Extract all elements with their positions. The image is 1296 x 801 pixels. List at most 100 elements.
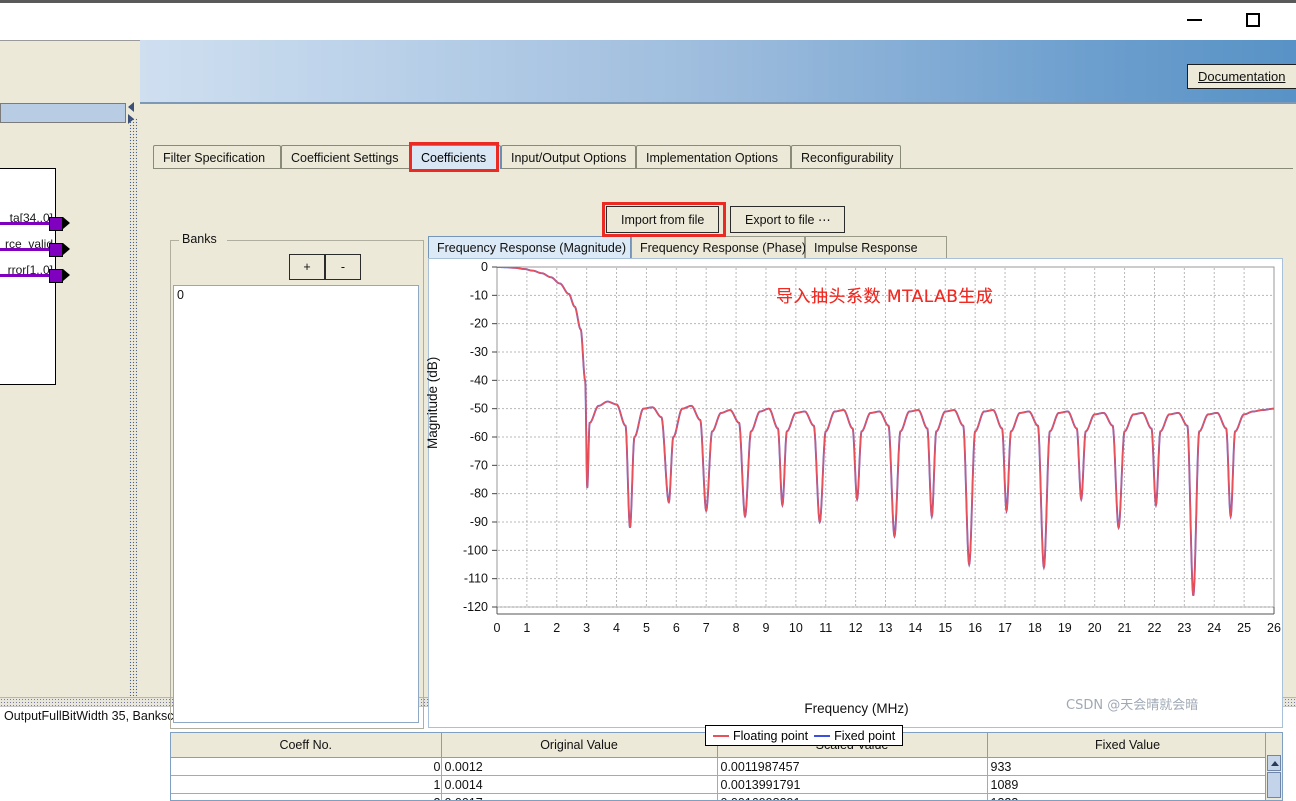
tab-label: Coefficient Settings <box>291 151 398 165</box>
port-pad <box>49 269 63 283</box>
collapse-left-arrow-icon[interactable] <box>128 102 134 112</box>
tab-bar: Filter Specification Coefficient Setting… <box>153 145 1293 169</box>
plot-wrapper: Magnitude (dB) 0-10-20-30-40-50-60-70-80… <box>429 259 1284 729</box>
x-tick-label: 23 <box>1177 621 1191 635</box>
tab-label: Implementation Options <box>646 151 778 165</box>
documentation-button[interactable]: Documentation <box>1187 64 1296 89</box>
x-tick-label: 9 <box>762 621 769 635</box>
port-wire <box>0 248 55 251</box>
tab-label: Coefficients <box>421 151 486 165</box>
legend-label-fixed: Fixed point <box>834 729 895 743</box>
port-wire <box>0 274 55 277</box>
x-tick-label: 2 <box>553 621 560 635</box>
scrollbar-thumb[interactable] <box>1267 772 1281 798</box>
import-from-file-button[interactable]: Import from file <box>606 206 719 233</box>
table-row[interactable]: 00.00120.0011987457933 <box>171 758 1268 776</box>
chart-area: Magnitude (dB) 0-10-20-30-40-50-60-70-80… <box>428 258 1283 728</box>
x-tick-label: 3 <box>583 621 590 635</box>
cell-fixed-value: 1323 <box>987 794 1268 801</box>
column-header-fixed-value[interactable]: Fixed Value <box>987 733 1268 758</box>
table-vertical-scrollbar[interactable] <box>1265 733 1282 800</box>
tab-reconfigurability[interactable]: Reconfigurability <box>791 145 901 169</box>
banks-group-label: Banks <box>179 232 220 246</box>
csdn-watermark: CSDN @天会晴就会暗 <box>1066 694 1198 713</box>
export-button-label: Export to file ⋯ <box>745 212 830 227</box>
x-tick-label: 25 <box>1237 621 1251 635</box>
dialog-body: Filter Specification Coefficient Setting… <box>140 104 1296 697</box>
x-tick-label: 1 <box>523 621 530 635</box>
table-row[interactable]: 20.00170.00169982911323 <box>171 794 1268 801</box>
tab-implementation-options[interactable]: Implementation Options <box>636 145 791 169</box>
cell-fixed-value: 933 <box>987 758 1268 776</box>
port-pad <box>49 243 63 257</box>
divider-grip[interactable] <box>129 118 137 696</box>
y-tick-label: -80 <box>470 487 488 501</box>
x-tick-label: 21 <box>1118 621 1132 635</box>
tab-label: Reconfigurability <box>801 151 893 165</box>
column-header-original-value[interactable]: Original Value <box>441 733 717 758</box>
add-bank-button[interactable]: + <box>289 254 325 280</box>
minimize-icon[interactable] <box>1181 10 1207 30</box>
export-to-file-button[interactable]: Export to file ⋯ <box>730 206 845 233</box>
maximize-icon[interactable] <box>1240 10 1266 30</box>
x-tick-label: 14 <box>908 621 922 635</box>
documentation-button-label: Documentation <box>1198 69 1285 84</box>
dialog-banner: Documentation <box>140 40 1296 104</box>
y-tick-label: -70 <box>470 458 488 472</box>
column-header-coeff-no[interactable]: Coeff No. <box>171 733 441 758</box>
background-block-symbol: source ta[34..0] rce_valid rror[1..0] m <box>0 168 56 385</box>
x-tick-label: 5 <box>643 621 650 635</box>
x-tick-label: 16 <box>968 621 982 635</box>
chart-tab-label: Impulse Response <box>814 241 918 255</box>
tab-input-output-options[interactable]: Input/Output Options <box>501 145 636 169</box>
magnitude-response-plot: 0-10-20-30-40-50-60-70-80-90-100-110-120… <box>429 259 1284 699</box>
x-tick-label: 8 <box>733 621 740 635</box>
x-tick-label: 4 <box>613 621 620 635</box>
cell-original-value: 0.0014 <box>441 776 717 794</box>
add-bank-label: + <box>303 260 310 274</box>
legend-swatch-fixed <box>814 735 830 737</box>
remove-bank-label: - <box>341 260 345 274</box>
y-tick-label: -100 <box>463 543 488 557</box>
tab-coefficient-settings[interactable]: Coefficient Settings <box>281 145 411 169</box>
cell-scaled-value: 0.0011987457 <box>717 758 987 776</box>
split-pane-divider[interactable] <box>126 100 140 700</box>
remove-bank-button[interactable]: - <box>325 254 361 280</box>
scroll-up-arrow-icon[interactable] <box>1267 755 1281 771</box>
window-top-strip <box>0 0 1296 3</box>
chart-tab-magnitude[interactable]: Frequency Response (Magnitude) <box>428 236 631 258</box>
list-item[interactable]: 0 <box>174 286 418 304</box>
x-tick-label: 24 <box>1207 621 1221 635</box>
port-arrow-icon <box>63 243 70 255</box>
tab-coefficients[interactable]: Coefficients <box>411 145 501 169</box>
legend-entry-floating: Floating point <box>713 729 808 743</box>
ide-top-white-bar <box>0 0 1296 41</box>
chart-tab-phase[interactable]: Frequency Response (Phase) <box>631 236 805 258</box>
legend-label-floating: Floating point <box>733 729 808 743</box>
chart-tab-label: Frequency Response (Phase) <box>640 241 806 255</box>
cell-scaled-value: 0.0016998291 <box>717 794 987 801</box>
table-row[interactable]: 10.00140.00139917911089 <box>171 776 1268 794</box>
x-tick-label: 10 <box>789 621 803 635</box>
banks-list[interactable]: 0 <box>173 285 419 723</box>
y-tick-label: -10 <box>470 288 488 302</box>
port-arrow-icon <box>63 217 70 229</box>
import-button-label: Import from file <box>621 213 704 227</box>
chart-legend: Floating point Fixed point <box>705 725 903 746</box>
chart-tab-impulse[interactable]: Impulse Response <box>805 236 947 258</box>
x-tick-label: 22 <box>1148 621 1162 635</box>
port-pad <box>49 217 63 231</box>
y-tick-label: -60 <box>470 430 488 444</box>
x-tick-label: 0 <box>494 621 501 635</box>
response-chart-panel: Frequency Response (Magnitude) Frequency… <box>428 236 1283 728</box>
x-tick-label: 18 <box>1028 621 1042 635</box>
y-tick-label: 0 <box>481 260 488 274</box>
y-tick-label: -90 <box>470 515 488 529</box>
tab-filter-specification[interactable]: Filter Specification <box>153 145 281 169</box>
x-tick-label: 6 <box>673 621 680 635</box>
port-arrow-icon <box>63 269 70 281</box>
port-wire <box>0 222 55 225</box>
x-tick-label: 11 <box>819 621 832 635</box>
y-tick-label: -20 <box>470 317 488 331</box>
y-tick-label: -120 <box>463 600 488 614</box>
